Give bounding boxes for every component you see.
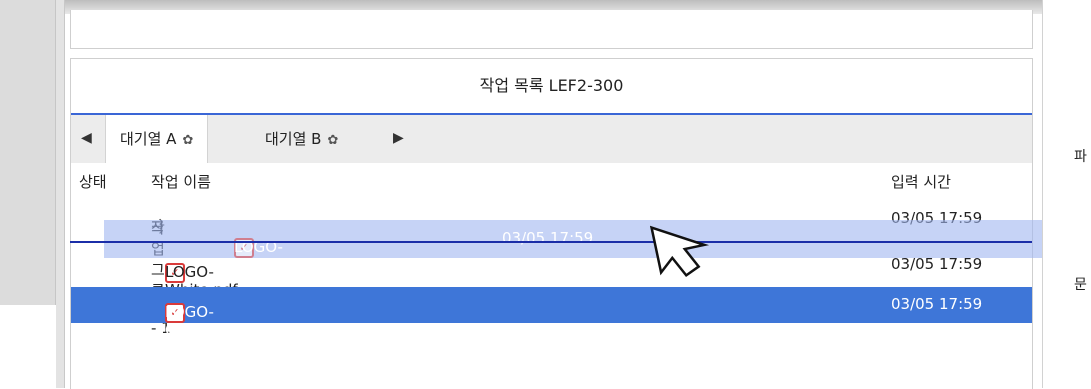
- right-label-bottom: 문: [1074, 277, 1087, 293]
- queue-tabs: ◀ 대기열 A ✿ 대기열 B ✿ ▶: [71, 115, 1032, 163]
- column-status[interactable]: 상태: [79, 171, 107, 192]
- right-panel: [1042, 0, 1091, 388]
- job-list-title: 작업 목록 LEF2-300: [71, 59, 1032, 115]
- column-input-time[interactable]: 입력 시간: [891, 171, 951, 192]
- mouse-cursor-icon: [650, 225, 710, 278]
- drag-ghost: ✓ LOGO-CMYK.pdf 03/05 17:59: [104, 220, 1062, 274]
- item-name: LOGO-CMYK.pdf: [165, 303, 237, 339]
- left-panel-bottom: [0, 305, 57, 388]
- tab-queue-b[interactable]: 대기열 B ✿: [251, 115, 352, 163]
- gear-icon[interactable]: ✿: [327, 133, 338, 148]
- right-label-top: 파: [1074, 149, 1087, 165]
- tab-queue-b-label: 대기열 B: [265, 130, 322, 148]
- upper-panel: [70, 10, 1033, 49]
- panel-strip: [56, 0, 65, 388]
- triangle-right-icon[interactable]: ▶: [393, 130, 404, 146]
- drop-indicator: [70, 241, 1032, 243]
- tab-queue-a[interactable]: 대기열 A ✿: [105, 115, 209, 163]
- column-job-name[interactable]: 작업 이름: [151, 171, 211, 192]
- tab-queue-a-label: 대기열 A: [120, 130, 177, 148]
- drag-ghost-time: 03/05 17:59: [502, 229, 594, 247]
- triangle-left-icon[interactable]: ◀: [81, 130, 92, 146]
- column-header: 상태 작업 이름 입력 시간: [71, 163, 1032, 199]
- drag-ghost-name: LOGO-CMYK.pdf: [234, 238, 306, 274]
- left-panel: [0, 0, 56, 305]
- item-time: 03/05 17:59: [891, 295, 983, 313]
- list-item-selected[interactable]: 2. ✓ LOGO-CMYK.pdf 03/05 17:59: [71, 287, 1032, 339]
- gear-icon[interactable]: ✿: [182, 133, 193, 148]
